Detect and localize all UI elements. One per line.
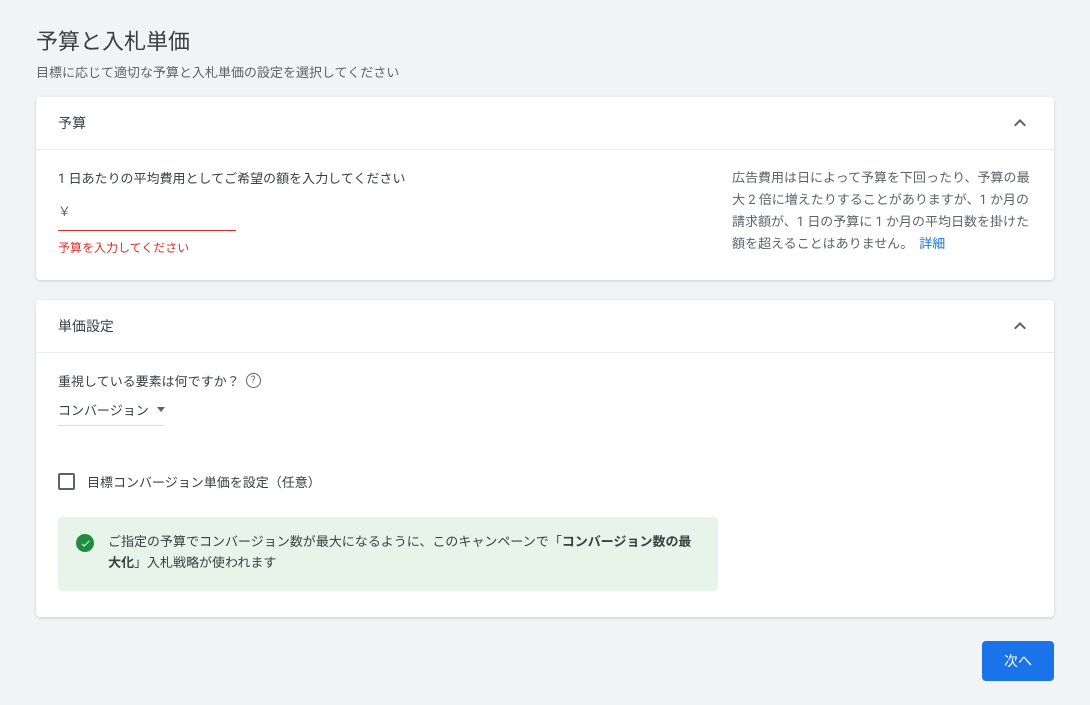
help-icon[interactable]: ? bbox=[246, 373, 261, 388]
bid-card-header[interactable]: 単価設定 bbox=[36, 300, 1054, 353]
bid-card: 単価設定 重視している要素は何ですか？ ? コンバージョン 目標コンバージョン単… bbox=[36, 300, 1054, 617]
budget-info-text: 広告費用は日によって予算を下回ったり、予算の最大 2 倍に増えたりすることがあり… bbox=[732, 168, 1032, 256]
budget-info-link[interactable]: 詳細 bbox=[919, 237, 945, 252]
budget-header-title: 予算 bbox=[58, 113, 86, 133]
budget-input[interactable]: ￥ bbox=[58, 201, 236, 231]
target-cpa-row: 目標コンバージョン単価を設定（任意） bbox=[58, 472, 1032, 491]
budget-info-body: 広告費用は日によって予算を下回ったり、予算の最大 2 倍に増えたりすることがあり… bbox=[732, 171, 1029, 252]
notice-suffix: 」入札戦略が使われます bbox=[134, 556, 276, 571]
bid-card-body: 重視している要素は何ですか？ ? コンバージョン 目標コンバージョン単価を設定（… bbox=[36, 353, 1054, 617]
budget-field-label: 1 日あたりの平均費用としてご希望の額を入力してください bbox=[58, 168, 682, 187]
bid-header-title: 単価設定 bbox=[58, 316, 114, 336]
page-title: 予算と入札単価 bbox=[36, 24, 1054, 56]
currency-symbol: ￥ bbox=[58, 205, 71, 220]
page-subtitle: 目標に応じて適切な予算と入札単価の設定を選択してください bbox=[36, 62, 1054, 81]
check-circle-icon bbox=[76, 534, 94, 552]
budget-card-body: 1 日あたりの平均費用としてご希望の額を入力してください ￥ 予算を入力してくだ… bbox=[36, 150, 1054, 280]
chevron-up-icon bbox=[1008, 314, 1032, 338]
notice-prefix: ご指定の予算でコンバージョン数が最大になるように、このキャンペーンで「 bbox=[108, 535, 562, 550]
budget-card: 予算 1 日あたりの平均費用としてご希望の額を入力してください ￥ 予算を入力し… bbox=[36, 97, 1054, 280]
dropdown-icon bbox=[157, 407, 165, 412]
focus-label: 重視している要素は何ですか？ bbox=[58, 371, 240, 390]
focus-question-row: 重視している要素は何ですか？ ? bbox=[58, 371, 1032, 390]
budget-input-section: 1 日あたりの平均費用としてご希望の額を入力してください ￥ 予算を入力してくだ… bbox=[58, 168, 682, 256]
strategy-notice: ご指定の予算でコンバージョン数が最大になるように、このキャンペーンで「コンバージ… bbox=[58, 517, 718, 591]
budget-card-header[interactable]: 予算 bbox=[36, 97, 1054, 150]
target-cpa-label: 目標コンバージョン単価を設定（任意） bbox=[87, 472, 321, 491]
focus-select[interactable]: コンバージョン bbox=[58, 400, 165, 426]
focus-select-value: コンバージョン bbox=[58, 400, 149, 419]
budget-error-text: 予算を入力してください bbox=[58, 239, 682, 256]
chevron-up-icon bbox=[1008, 111, 1032, 135]
strategy-notice-text: ご指定の予算でコンバージョン数が最大になるように、このキャンペーンで「コンバージ… bbox=[108, 533, 700, 575]
target-cpa-checkbox[interactable] bbox=[58, 473, 75, 490]
